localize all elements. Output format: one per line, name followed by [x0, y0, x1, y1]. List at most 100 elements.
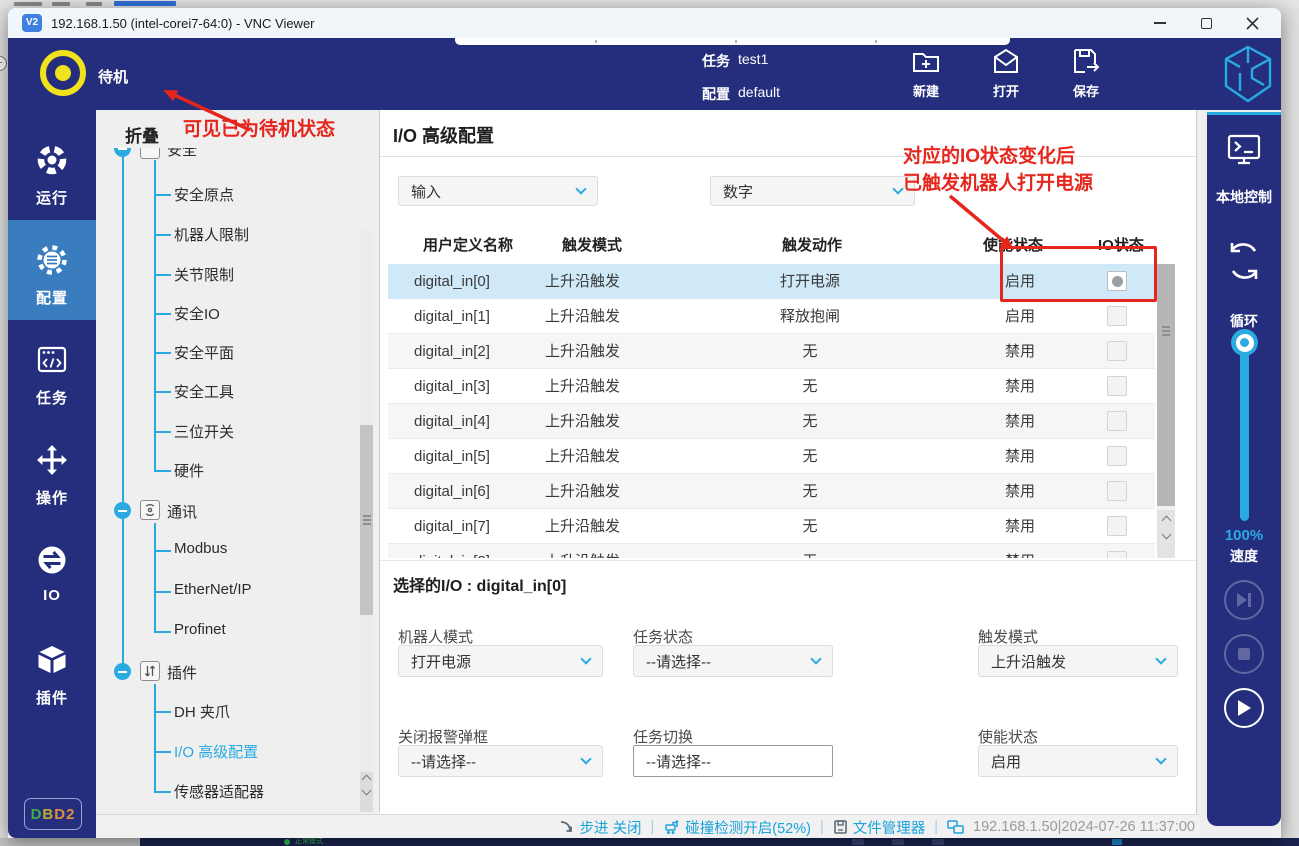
- sidebar-item-io[interactable]: IO: [8, 520, 96, 620]
- enable-status: 启用: [1005, 299, 1035, 334]
- speed-slider-knob[interactable]: [1231, 329, 1258, 356]
- minimize-button[interactable]: [1137, 8, 1183, 38]
- sidebar-item-task[interactable]: 任务: [8, 320, 96, 420]
- sidebar-item-plugin[interactable]: 插件: [8, 620, 96, 720]
- close-button[interactable]: [1229, 8, 1275, 38]
- tree-collapse-bullet[interactable]: [114, 502, 131, 519]
- tree-item-three-position-switch[interactable]: 三位开关: [174, 421, 234, 442]
- tree-collapse-bullet[interactable]: [114, 148, 131, 157]
- table-row[interactable]: digital_in[1] 上升沿触发 释放抱闸 启用: [388, 299, 1155, 334]
- trigger-action: 无: [720, 404, 900, 439]
- scroll-up-button[interactable]: [1161, 516, 1171, 526]
- maximize-button[interactable]: [1183, 8, 1229, 38]
- tree-branch-line: [154, 684, 156, 792]
- vnc-app-icon: V2: [22, 14, 42, 32]
- tree-item-safety-origin[interactable]: 安全原点: [174, 184, 234, 205]
- network-status[interactable]: [947, 820, 964, 835]
- window-titlebar[interactable]: V2 192.168.1.50 (intel-corei7-64:0) - VN…: [8, 8, 1281, 38]
- table-scrollbar-handle[interactable]: [1157, 264, 1175, 506]
- speed-slider-track[interactable]: [1240, 343, 1249, 521]
- enable-status: 禁用: [1005, 369, 1035, 404]
- background-plus-icon: +: [0, 56, 7, 71]
- config-value: default: [738, 84, 780, 100]
- new-folder-icon: [910, 46, 942, 78]
- tree-tick: [154, 711, 171, 713]
- enable-status-value: 启用: [991, 751, 1021, 772]
- window-title: 192.168.1.50 (intel-corei7-64:0) - VNC V…: [51, 16, 315, 31]
- step-mode-status[interactable]: 步进 关闭: [559, 817, 641, 838]
- io-name: digital_in[1]: [414, 299, 490, 334]
- tree-item-safety[interactable]: 安全: [167, 148, 197, 160]
- scroll-down-button[interactable]: [362, 786, 372, 796]
- play-button[interactable]: [1224, 688, 1264, 728]
- tree-scrollbar-handle[interactable]: [360, 425, 373, 615]
- move-arrows-icon: [34, 442, 70, 478]
- scroll-down-button[interactable]: [1161, 530, 1171, 540]
- tree-tick: [154, 470, 171, 472]
- tree-item-joint-limit[interactable]: 关节限制: [174, 264, 234, 285]
- tree-item-profinet[interactable]: Profinet: [174, 621, 226, 638]
- tree-item-ethernet-ip[interactable]: EtherNet/IP: [174, 581, 252, 598]
- local-control-button[interactable]: [1224, 131, 1264, 174]
- loop-button[interactable]: [1222, 239, 1266, 288]
- trigger-action: 无: [720, 334, 900, 369]
- background-icon: [1112, 839, 1122, 845]
- save-icon: [1070, 46, 1102, 78]
- table-row-selected[interactable]: digital_in[0] 上升沿触发 打开电源 启用: [388, 264, 1155, 299]
- collapse-button[interactable]: 折叠: [125, 122, 159, 147]
- step-icon: [559, 820, 574, 835]
- robot-mode-label: 机器人模式: [398, 626, 473, 647]
- enable-status-dropdown[interactable]: 启用: [978, 745, 1178, 777]
- table-row-partial[interactable]: digital_in[8] 上升沿触发 无 禁用: [388, 544, 1155, 558]
- sidebar-item-config[interactable]: 配置: [8, 220, 96, 320]
- trigger-action: 无: [720, 509, 900, 544]
- task-value: test1: [738, 51, 768, 67]
- tree-item-io-advanced-config[interactable]: I/O 高级配置: [174, 741, 258, 762]
- tree-item-hardware[interactable]: 硬件: [174, 460, 204, 481]
- tree-item-safety-io[interactable]: 安全IO: [174, 303, 220, 324]
- table-row[interactable]: digital_in[4] 上升沿触发 无 禁用: [388, 404, 1155, 439]
- table-row[interactable]: digital_in[6] 上升沿触发 无 禁用: [388, 474, 1155, 509]
- table-row[interactable]: digital_in[5] 上升沿触发 无 禁用: [388, 439, 1155, 474]
- trigger-mode-dropdown[interactable]: 上升沿触发: [978, 645, 1178, 677]
- badge-letter: D: [54, 806, 66, 823]
- collision-detect-status[interactable]: 碰撞检测开启(52%): [663, 817, 811, 838]
- task-status-dropdown[interactable]: --请选择--: [633, 645, 833, 677]
- trigger-action: 释放抱闸: [720, 299, 900, 334]
- save-button[interactable]: 保存: [1054, 46, 1118, 100]
- stop-button[interactable]: [1224, 634, 1264, 674]
- table-row[interactable]: digital_in[2] 上升沿触发 无 禁用: [388, 334, 1155, 369]
- table-row[interactable]: digital_in[7] 上升沿触发 无 禁用: [388, 509, 1155, 544]
- io-state-indicator: [1107, 481, 1127, 501]
- tree-item-safety-plane[interactable]: 安全平面: [174, 342, 234, 363]
- sidebar-item-run[interactable]: 运行: [8, 120, 96, 220]
- tree-item-safety-tool[interactable]: 安全工具: [174, 381, 234, 402]
- tree-item-communication[interactable]: 通讯: [167, 501, 197, 522]
- sidebar-item-operate[interactable]: 操作: [8, 420, 96, 520]
- desktop: + 正常模式 V2 192.168.1.50 (intel-corei7-64:…: [0, 0, 1299, 846]
- new-button[interactable]: 新建: [894, 46, 958, 100]
- tree-tick: [154, 431, 171, 433]
- dbd2-badge-button[interactable]: DBD2: [24, 798, 82, 830]
- robot-mode-dropdown[interactable]: 打开电源: [398, 645, 603, 677]
- step-forward-button[interactable]: [1224, 580, 1264, 620]
- open-button[interactable]: 打开: [974, 46, 1038, 100]
- task-switch-label: 任务切换: [633, 726, 693, 747]
- file-manager-button[interactable]: 文件管理器: [833, 817, 926, 838]
- tree-item-dh-gripper[interactable]: DH 夹爪: [174, 701, 230, 722]
- table-row[interactable]: digital_in[3] 上升沿触发 无 禁用: [388, 369, 1155, 404]
- standby-status-label: 待机: [98, 66, 128, 87]
- app-header: 待机 任务 test1 配置 default 新建: [8, 38, 1281, 110]
- tree-item-plugins[interactable]: 插件: [167, 662, 197, 683]
- separator: |: [820, 819, 824, 835]
- vnc-toolbar-notch[interactable]: [455, 38, 1010, 45]
- tree-item-sensor-adapter[interactable]: 传感器适配器: [174, 781, 264, 802]
- close-alarm-dropdown[interactable]: --请选择--: [398, 745, 603, 777]
- skip-icon: [1234, 591, 1254, 609]
- tree-item-robot-limit[interactable]: 机器人限制: [174, 224, 249, 245]
- task-switch-input[interactable]: --请选择--: [633, 745, 833, 777]
- scroll-up-button[interactable]: [362, 775, 372, 785]
- trigger-action: 无: [720, 369, 900, 404]
- tree-collapse-bullet[interactable]: [114, 663, 131, 680]
- tree-item-modbus[interactable]: Modbus: [174, 540, 227, 557]
